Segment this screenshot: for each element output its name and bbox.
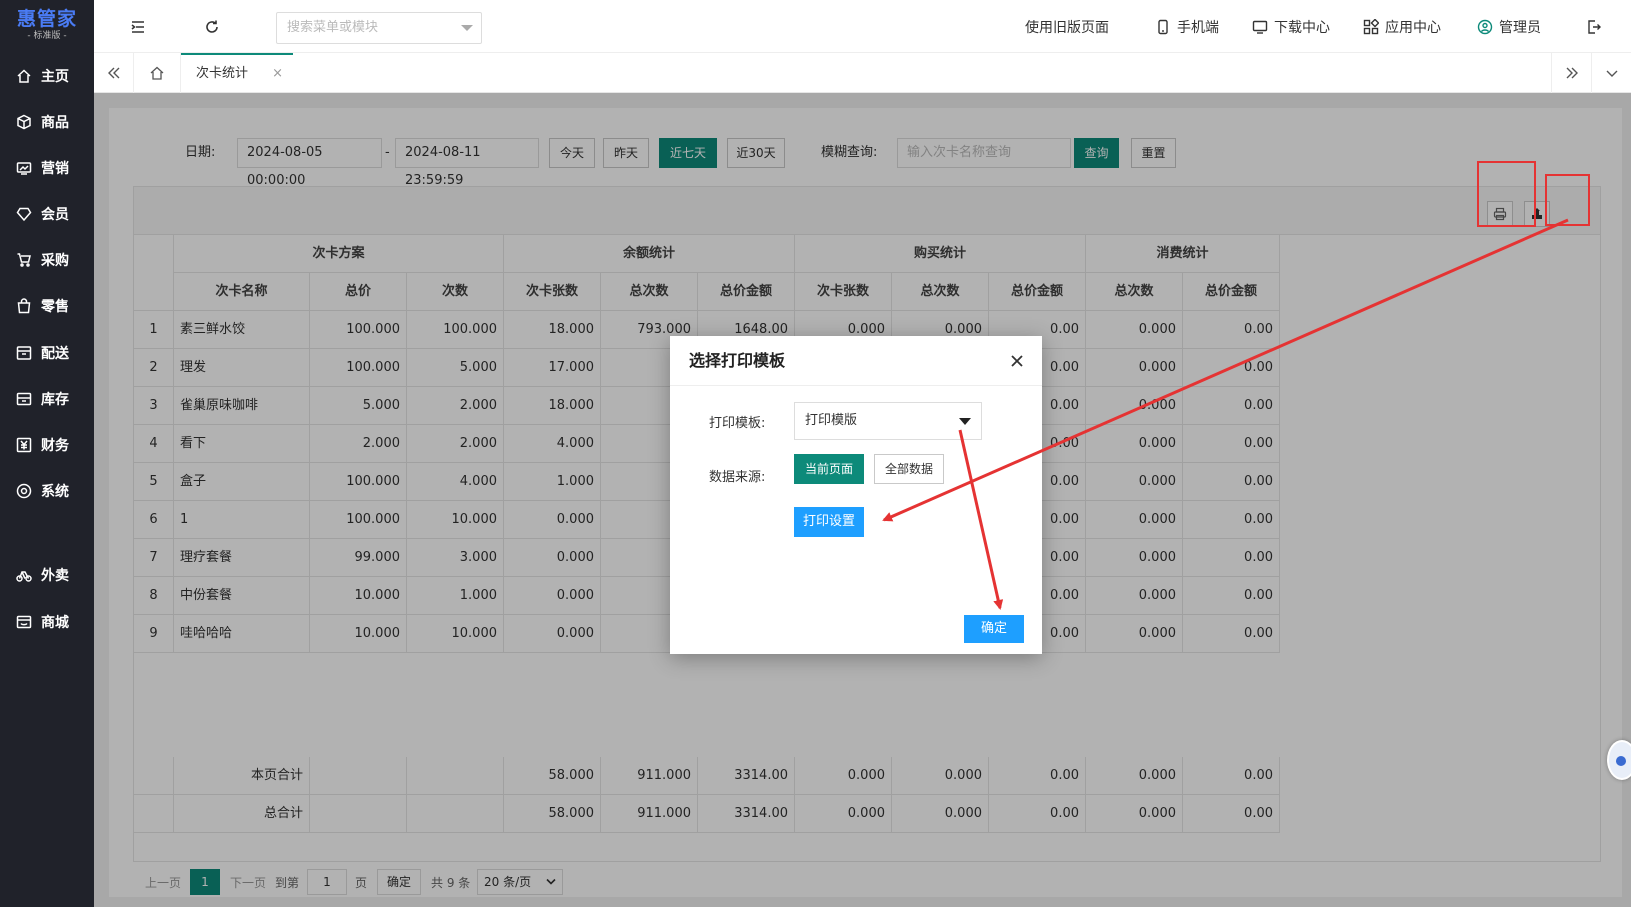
template-label: 打印模板: xyxy=(709,416,766,431)
apps-label: 应用中心 xyxy=(1385,20,1441,36)
chevron-down-icon xyxy=(959,418,971,425)
sidebar-item-label: 系统 xyxy=(41,484,69,500)
mobile-link[interactable]: 手机端 xyxy=(1155,17,1219,37)
tab-card-stats[interactable]: 次卡统计 × xyxy=(181,53,293,93)
assistant-bubble[interactable] xyxy=(1607,740,1631,780)
finance-icon xyxy=(16,437,32,453)
tab-label: 次卡统计 xyxy=(196,66,249,81)
refresh-icon[interactable] xyxy=(202,17,222,37)
sidebar-item-label: 外卖 xyxy=(41,568,69,584)
print-template-dialog: 选择打印模板 打印模板: 打印模版 数据来源: 当前页面 全部数据 打印设置 确… xyxy=(670,336,1042,654)
sidebar-item-home[interactable]: 主页 xyxy=(0,58,94,94)
sidebar-item-retail[interactable]: 零售 xyxy=(0,288,94,324)
sidebar-item-label: 库存 xyxy=(41,392,69,408)
sidebar-item-marketing[interactable]: 营销 xyxy=(0,150,94,186)
assistant-eye-icon xyxy=(1616,756,1626,766)
sidebar-item-label: 财务 xyxy=(41,438,69,454)
template-select[interactable]: 打印模版 xyxy=(794,402,982,440)
download-label: 下载中心 xyxy=(1274,20,1330,36)
close-icon[interactable]: × xyxy=(272,55,283,92)
sidebar-item-delivery[interactable]: 配送 xyxy=(0,335,94,371)
scroll-right-icon[interactable] xyxy=(1551,53,1591,93)
monitor-icon xyxy=(1252,20,1268,34)
chevron-down-icon[interactable] xyxy=(1591,53,1631,93)
store-icon xyxy=(16,615,32,629)
sidebar-item-label: 配送 xyxy=(41,346,69,362)
sidebar-item-label: 营销 xyxy=(41,161,69,177)
bike-icon xyxy=(16,571,32,582)
logout-icon[interactable] xyxy=(1584,17,1604,37)
sidebar: 惠管家 - 标准版 - 主页 商品 营销 会员 采购 零售 配送 库存 财务 系… xyxy=(0,0,94,907)
data-source-label: 数据来源: xyxy=(709,470,766,485)
brand-edition: - 标准版 - xyxy=(27,31,67,41)
close-icon[interactable] xyxy=(1006,350,1028,372)
print-settings-button[interactable]: 打印设置 xyxy=(794,507,864,537)
dialog-title: 选择打印模板 xyxy=(670,336,1042,386)
sidebar-item-label: 商城 xyxy=(41,615,69,631)
user-label: 管理员 xyxy=(1499,20,1541,36)
search-placeholder: 搜索菜单或模块 xyxy=(287,20,379,35)
sidebar-item-label: 会员 xyxy=(41,207,69,223)
old-page-link[interactable]: 使用旧版页面 xyxy=(1025,17,1109,37)
confirm-button[interactable]: 确定 xyxy=(964,615,1024,643)
menu-toggle-icon[interactable] xyxy=(128,17,148,37)
top-bar: 搜索菜单或模块 使用旧版页面 手机端 下载中心 应用中心 管理员 xyxy=(94,0,1631,53)
apps-icon xyxy=(1363,19,1379,35)
all-data-source-button[interactable]: 全部数据 xyxy=(874,454,944,484)
sidebar-item-label: 采购 xyxy=(41,253,69,269)
brand-name: 惠管家 xyxy=(16,8,77,30)
current-page-source-button[interactable]: 当前页面 xyxy=(794,454,864,484)
diamond-icon xyxy=(16,207,32,222)
sidebar-item-label: 零售 xyxy=(41,299,69,315)
sidebar-item-goods[interactable]: 商品 xyxy=(0,104,94,140)
box-icon xyxy=(16,392,32,406)
old-page-label: 使用旧版页面 xyxy=(1025,20,1109,36)
home-icon xyxy=(17,69,31,83)
app-center-link[interactable]: 应用中心 xyxy=(1363,17,1441,37)
truck-icon xyxy=(16,346,32,360)
settings-icon xyxy=(16,483,32,499)
scroll-left-icon[interactable] xyxy=(94,53,134,93)
sidebar-item-mall[interactable]: 商城 xyxy=(0,604,94,640)
sidebar-item-finance[interactable]: 财务 xyxy=(0,427,94,463)
user-icon xyxy=(1477,19,1493,35)
sidebar-item-purchase[interactable]: 采购 xyxy=(0,242,94,278)
sidebar-item-takeout[interactable]: 外卖 xyxy=(0,557,94,593)
sidebar-item-system[interactable]: 系统 xyxy=(0,473,94,509)
template-value: 打印模版 xyxy=(805,413,858,428)
user-menu[interactable]: 管理员 xyxy=(1477,17,1541,37)
home-tab-icon[interactable] xyxy=(134,53,181,93)
download-center-link[interactable]: 下载中心 xyxy=(1252,17,1330,37)
sidebar-item-member[interactable]: 会员 xyxy=(0,196,94,232)
bag-icon xyxy=(17,298,31,314)
sidebar-item-inventory[interactable]: 库存 xyxy=(0,381,94,417)
sidebar-item-label: 商品 xyxy=(41,115,69,131)
annotation-box-export xyxy=(1545,174,1590,226)
mobile-label: 手机端 xyxy=(1177,20,1219,36)
brand-logo[interactable]: 惠管家 - 标准版 - xyxy=(0,0,94,50)
cube-icon xyxy=(17,114,31,130)
chevron-down-icon xyxy=(461,25,473,31)
marketing-icon xyxy=(16,162,32,175)
phone-icon xyxy=(1158,19,1168,35)
cart-icon xyxy=(17,253,31,267)
sidebar-item-label: 主页 xyxy=(41,69,69,85)
menu-search-input[interactable]: 搜索菜单或模块 xyxy=(276,12,482,44)
annotation-box-print xyxy=(1477,161,1536,227)
tab-bar: 次卡统计 × xyxy=(94,53,1631,93)
